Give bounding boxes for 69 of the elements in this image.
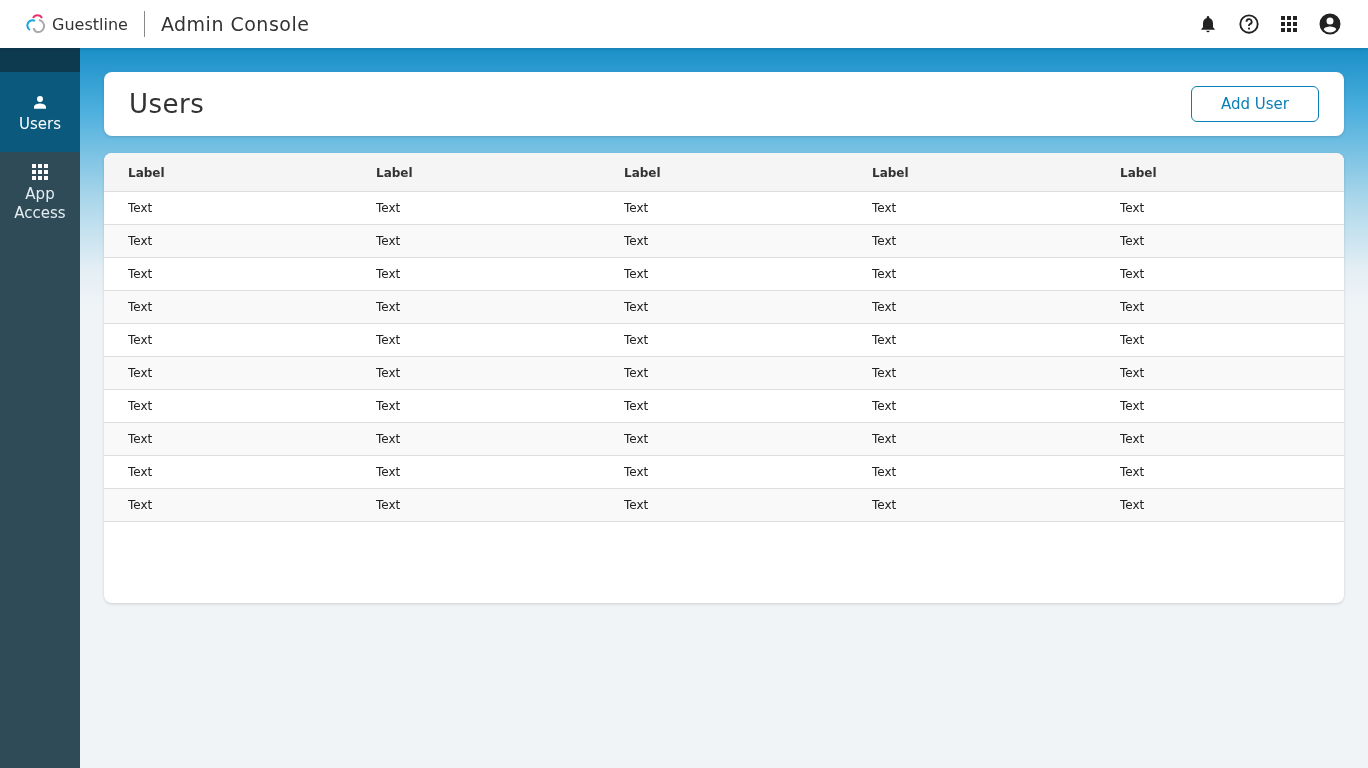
table-cell-text: Text — [871, 366, 898, 380]
brand-name: Guestline — [52, 14, 128, 34]
table-cell-text: Text — [1119, 267, 1146, 281]
table-cell-text: Text — [623, 399, 650, 413]
table-cell-text: Text — [127, 498, 154, 512]
table-cell-text: Text — [871, 201, 898, 215]
grid-icon — [31, 163, 49, 181]
table-cell-text: Text — [127, 267, 154, 281]
table-cell-text: Text — [127, 465, 154, 479]
table-cell-text: Text — [375, 366, 402, 380]
column-header: Label — [623, 165, 662, 180]
column-header: Label — [127, 165, 166, 180]
table-cell-text: Text — [1119, 300, 1146, 314]
table-cell-text: Text — [375, 498, 402, 512]
table-cell-text: Text — [623, 300, 650, 314]
apps-button[interactable] — [1278, 13, 1300, 35]
nav-item[interactable]: App Access — [0, 152, 80, 232]
table-cell-text: Text — [375, 234, 402, 248]
account-icon — [1318, 12, 1342, 36]
table-cell-text: Text — [871, 498, 898, 512]
table-cell-text: Text — [623, 498, 650, 512]
table-cell-text: Text — [871, 399, 898, 413]
table-cell-text: Text — [871, 333, 898, 347]
bell-icon — [1198, 14, 1218, 34]
table-cell-text: Text — [375, 267, 402, 281]
table-cell-text: Text — [623, 267, 650, 281]
table-cell-text: Text — [127, 366, 154, 380]
table-cell-text: Text — [1119, 399, 1146, 413]
table-cell-text: Text — [127, 432, 154, 446]
table-cell-text: Text — [127, 201, 154, 215]
table-cell-text: Text — [871, 465, 898, 479]
app-title: Admin Console — [160, 13, 310, 35]
table-cell-text: Text — [375, 399, 402, 413]
table-cell-text: Text — [375, 432, 402, 446]
column-header: Label — [1119, 165, 1158, 180]
table-cell-text: Text — [375, 333, 402, 347]
column-header: Label — [871, 165, 910, 180]
table-cell-text: Text — [127, 333, 154, 347]
table-cell-text: Text — [1119, 465, 1146, 479]
table-cell-text: Text — [1119, 333, 1146, 347]
help-button[interactable] — [1236, 11, 1262, 37]
table-cell-text: Text — [127, 234, 154, 248]
table-cell-text: Text — [623, 366, 650, 380]
column-header: Label — [375, 165, 414, 180]
table-cell-text: Text — [1119, 366, 1146, 380]
table-cell-text: Text — [623, 234, 650, 248]
table-cell-text: Text — [871, 234, 898, 248]
table-cell-text: Text — [1119, 234, 1146, 248]
table-cell-text: Text — [623, 333, 650, 347]
table-cell-text: Text — [1119, 432, 1146, 446]
help-icon — [1238, 13, 1260, 35]
table-cell-text: Text — [1119, 201, 1146, 215]
table-cell-text: Text — [375, 465, 402, 479]
table-cell-text: Text — [623, 201, 650, 215]
table-cell-text: Text — [871, 432, 898, 446]
table-cell-text: Text — [127, 399, 154, 413]
table-cell-text: Text — [375, 300, 402, 314]
table-cell-text: Text — [1119, 498, 1146, 512]
table-cell-text: Text — [623, 465, 650, 479]
table-cell-text: Text — [871, 267, 898, 281]
nav-item[interactable]: Users — [0, 72, 80, 152]
page-title: Users — [129, 89, 205, 119]
table-cell-text: Text — [623, 432, 650, 446]
table-cell-text: Text — [127, 300, 154, 314]
add-user-button[interactable]: Add User — [1191, 86, 1319, 122]
grid-icon — [1280, 15, 1298, 33]
table-cell-text: Text — [871, 300, 898, 314]
logo-icon — [24, 12, 48, 36]
table-cell-text: Text — [375, 201, 402, 215]
